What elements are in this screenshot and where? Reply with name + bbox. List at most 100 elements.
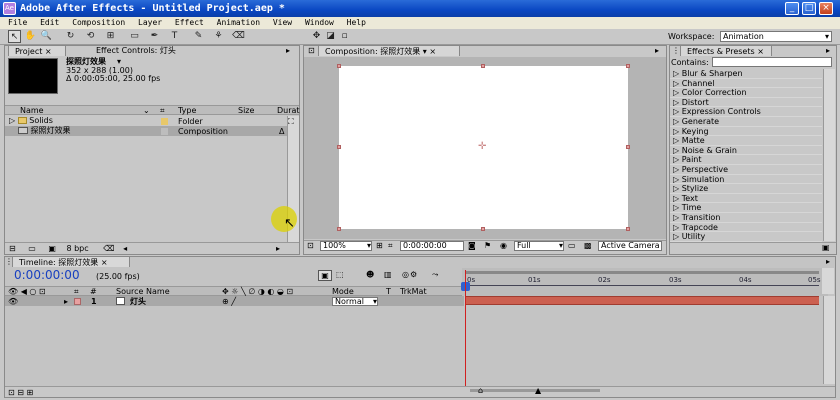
effect-category[interactable]: ▷ Channel <box>670 79 822 89</box>
scroll-right-icon[interactable]: ▸ <box>276 244 280 253</box>
comp-timecode[interactable]: 0:00:00:00 <box>400 241 464 251</box>
effect-category[interactable]: ▷ Matte <box>670 136 822 146</box>
av-features-icons[interactable]: 👁 ◀ ○ ⊡ <box>8 287 46 296</box>
zoom-tool-icon[interactable]: 🔍 <box>40 30 53 43</box>
menu-composition[interactable]: Composition <box>72 17 125 29</box>
eraser-icon[interactable]: ⌫ <box>232 30 245 43</box>
mask-toggle-icon[interactable]: ⌗ <box>388 241 393 251</box>
timeline-scrollbar[interactable] <box>823 296 835 384</box>
color-channel-icon[interactable]: ◉ <box>500 241 507 250</box>
new-composition-icon[interactable]: ▣ <box>48 244 56 253</box>
menu-layer[interactable]: Layer <box>138 17 162 29</box>
zoom-slider-thumb[interactable]: ▲ <box>535 386 541 395</box>
snapshot-icon[interactable]: ◙ <box>468 241 476 250</box>
rotate-tool-icon[interactable]: ↻ <box>64 30 77 43</box>
toggle-panes-icons[interactable]: ⊡ ⊟ ⊞ <box>8 388 33 397</box>
label-swatch[interactable] <box>161 128 168 135</box>
motion-blur-icon[interactable]: ◎ <box>402 270 409 279</box>
effect-category[interactable]: ▷ Noise & Grain <box>670 146 822 156</box>
menu-edit[interactable]: Edit <box>40 17 59 29</box>
interpret-footage-icon[interactable]: ⊟ <box>9 244 16 253</box>
column-t[interactable]: T <box>386 287 391 296</box>
pen-tool-icon[interactable]: ✒ <box>148 30 161 43</box>
canvas-handle[interactable] <box>481 227 485 231</box>
maximize-button[interactable]: □ <box>802 2 816 15</box>
panel-menu-icon[interactable]: ▸ <box>286 46 290 55</box>
world-axis-icon[interactable]: ◪ <box>324 30 337 43</box>
window-title-bar[interactable]: Adobe After Effects - Untitled Project.a… <box>0 0 840 17</box>
lock-icon[interactable]: ⊡ <box>308 46 315 55</box>
effects-scrollbar[interactable] <box>823 69 835 241</box>
effect-category[interactable]: ▷ Time <box>670 203 822 213</box>
canvas-handle[interactable] <box>626 227 630 231</box>
effect-category[interactable]: ▷ Keying <box>670 127 822 137</box>
chevron-down-icon[interactable]: ▾ <box>117 57 121 66</box>
effect-category[interactable]: ▷ Expression Controls <box>670 107 822 117</box>
close-icon[interactable]: × <box>45 47 52 56</box>
effect-category[interactable]: ▷ Paint <box>670 155 822 165</box>
layer-duration-bar[interactable] <box>466 296 819 305</box>
show-snapshot-icon[interactable]: ⚑ <box>484 241 491 250</box>
canvas-handle[interactable] <box>337 64 341 68</box>
effect-category[interactable]: ▷ Transition <box>670 213 822 223</box>
camera-select[interactable]: Active Camera <box>598 241 662 251</box>
grip-icon[interactable]: ⋮ <box>672 46 680 55</box>
menu-window[interactable]: Window <box>305 17 334 29</box>
effect-category[interactable]: ▷ Trapcode <box>670 223 822 233</box>
tab-project[interactable]: Project × <box>8 45 66 56</box>
close-icon[interactable]: × <box>429 47 436 56</box>
bpc-label[interactable]: 8 bpc <box>66 244 88 253</box>
layer-name[interactable]: 灯头 <box>130 297 146 306</box>
current-time-indicator-line[interactable] <box>465 270 466 386</box>
orbit-camera-icon[interactable]: ⟲ <box>84 30 97 43</box>
project-row-composition[interactable]: 探照灯效果 <box>5 126 287 136</box>
transparency-grid-icon[interactable]: ▩ <box>584 241 592 250</box>
canvas-handle[interactable] <box>337 227 341 231</box>
label-column-icon[interactable]: ⌗ <box>160 106 165 115</box>
type-tool-icon[interactable]: T <box>168 30 181 43</box>
tab-effect-controls[interactable]: Effect Controls: 灯头 <box>90 45 290 56</box>
brush-tool-icon[interactable]: ✎ <box>192 30 205 43</box>
tab-composition[interactable]: Composition: 探照灯效果 ▾ × <box>318 45 460 56</box>
effects-search-input[interactable] <box>712 57 832 67</box>
column-duration[interactable]: Durat <box>277 106 300 115</box>
comp-button-icon[interactable] <box>822 268 834 294</box>
frame-blending-icon[interactable]: ▥ <box>384 270 392 279</box>
close-button[interactable]: × <box>819 2 833 15</box>
zoom-out-icon[interactable]: ⌂ <box>478 386 483 395</box>
sort-chevron-icon[interactable]: ⌄ <box>143 106 150 115</box>
live-update-icon[interactable]: ▣ <box>318 270 332 281</box>
selection-tool-icon[interactable]: ↖ <box>8 30 21 43</box>
panel-menu-icon[interactable]: ▸ <box>655 46 659 55</box>
hide-shy-icon[interactable]: ☻ <box>366 270 374 279</box>
timeline-timecode[interactable]: 0:00:00:00 <box>14 268 80 282</box>
column-mode[interactable]: Mode <box>332 287 354 296</box>
view-axis-icon[interactable]: ▫ <box>338 30 351 43</box>
axis-mode-icon[interactable]: ✥ <box>310 30 323 43</box>
canvas-handle[interactable] <box>337 145 341 149</box>
grip-icon[interactable]: ⋮ <box>5 257 13 266</box>
new-folder-icon[interactable]: ▭ <box>28 244 36 253</box>
canvas-handle[interactable] <box>481 64 485 68</box>
new-preset-icon[interactable]: ▣ <box>822 243 830 252</box>
resolution-select[interactable]: Full ▾ <box>514 241 564 251</box>
close-icon[interactable]: × <box>757 47 764 56</box>
column-size[interactable]: Size <box>238 106 254 115</box>
switches-icons[interactable]: ✥ ☼ ╲ ∅ ◑ ◐ ◒ ⊡ <box>222 287 293 296</box>
mask-tool-icon[interactable]: ▭ <box>128 30 141 43</box>
always-preview-icon[interactable]: ⊡ <box>307 241 314 250</box>
trash-icon[interactable]: ⌫ <box>103 244 114 253</box>
clone-stamp-icon[interactable]: ⚘ <box>212 30 225 43</box>
menu-help[interactable]: Help <box>347 17 366 29</box>
tab-timeline[interactable]: Timeline: 探照灯效果 × <box>12 256 130 267</box>
panel-menu-icon[interactable]: ▸ <box>826 257 830 266</box>
flowchart-icon[interactable]: ⛶ <box>288 117 294 127</box>
effect-category[interactable]: ▷ Color Correction <box>670 88 822 98</box>
anchor-point-icon[interactable]: ✛ <box>478 141 486 152</box>
minimize-button[interactable]: _ <box>785 2 799 15</box>
column-name[interactable]: Name <box>20 106 44 115</box>
column-trkmat[interactable]: TrkMat <box>400 287 427 296</box>
menu-view[interactable]: View <box>273 17 292 29</box>
menu-file[interactable]: File <box>8 17 27 29</box>
effect-category[interactable]: ▷ Perspective <box>670 165 822 175</box>
